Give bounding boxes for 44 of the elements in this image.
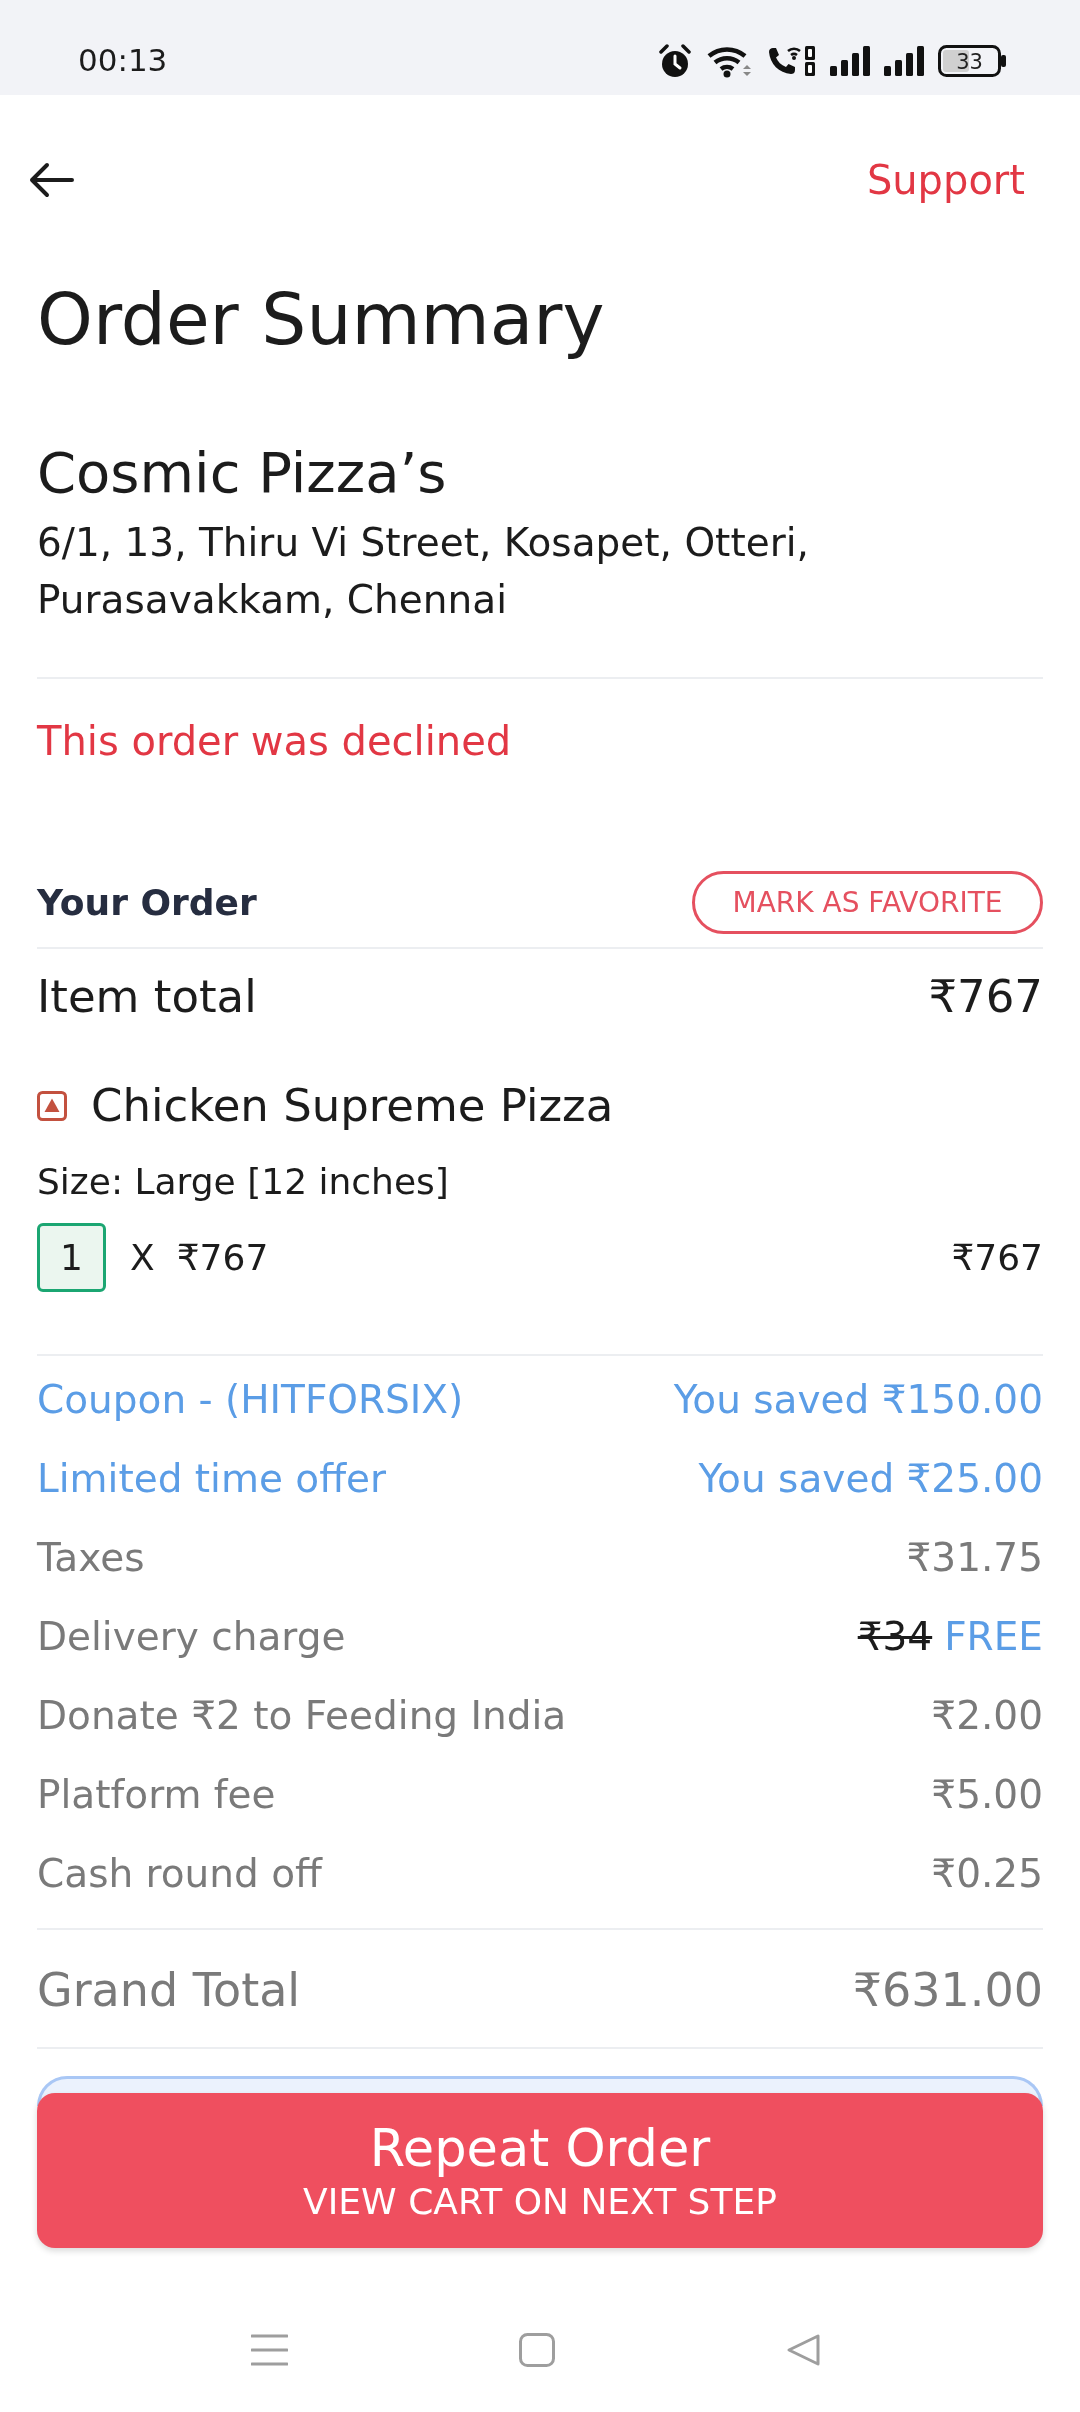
back-icon[interactable] [786,2333,821,2367]
signal-icon [830,45,870,76]
unit-price: ₹767 [176,1235,269,1280]
discount-label: Coupon - (HITFORSIX) [37,1376,464,1423]
status-time: 00:13 [78,45,168,76]
repeat-order-button[interactable]: Repeat Order VIEW CART ON NEXT STEP [37,2093,1043,2248]
home-icon[interactable] [519,2333,555,2367]
battery-indicator: 33 [938,44,1006,77]
section-heading: Your Order [37,880,257,925]
savings-amount: You saved ₹150.00 [673,1376,1043,1423]
multiply-sign: X [130,1235,155,1280]
charge-label: Donate ₹2 to Feeding India [37,1692,567,1739]
charge-label: Taxes [37,1534,145,1581]
grand-total-label: Grand Total [37,1962,301,2018]
charge-amount: ₹2.00 [931,1692,1043,1739]
restaurant-name: Cosmic Pizza’s [37,442,448,504]
waived-amount: FREE [944,1613,1043,1660]
restaurant-address: 6/1, 13, Thiru Vi Street, Kosapet, Otteri, Purasavakkam, Chennai [37,519,810,624]
item-price: ₹767 [951,1235,1043,1280]
charge-label: Delivery charge [37,1613,346,1660]
order-status-message: This order was declined [37,718,513,764]
alarm-clock-icon [658,43,692,78]
non-veg-icon [37,1091,67,1121]
charge-amount: ₹31.75 [906,1534,1043,1581]
charge-amount: ₹0.25 [931,1850,1043,1897]
grand-total-amount: ₹631.00 [852,1962,1043,2018]
signal-icon [884,45,924,76]
item-total-amount: ₹767 [928,970,1043,1024]
item-details: Size: Large [12 inches] [37,1160,450,1204]
charge-label: Platform fee [37,1771,276,1818]
wifi-calling-icon [766,43,816,78]
charge-label: Cash round off [37,1850,322,1897]
mark-as-favorite-button[interactable]: MARK AS FAVORITE [692,871,1043,934]
charge-amount: ₹5.00 [931,1771,1043,1818]
item-name: Chicken Supreme Pizza [91,1079,614,1133]
original-price: ₹34 [857,1613,933,1660]
back-arrow-icon[interactable] [28,160,74,200]
savings-amount: You saved ₹25.00 [698,1455,1043,1502]
menu-icon[interactable] [251,2333,288,2367]
quantity-box: 1 [37,1223,106,1292]
page-title: Order Summary [37,280,606,360]
item-total-label: Item total [37,970,257,1024]
support-link[interactable]: Support [866,156,1025,204]
discount-label: Limited time offer [37,1455,387,1502]
